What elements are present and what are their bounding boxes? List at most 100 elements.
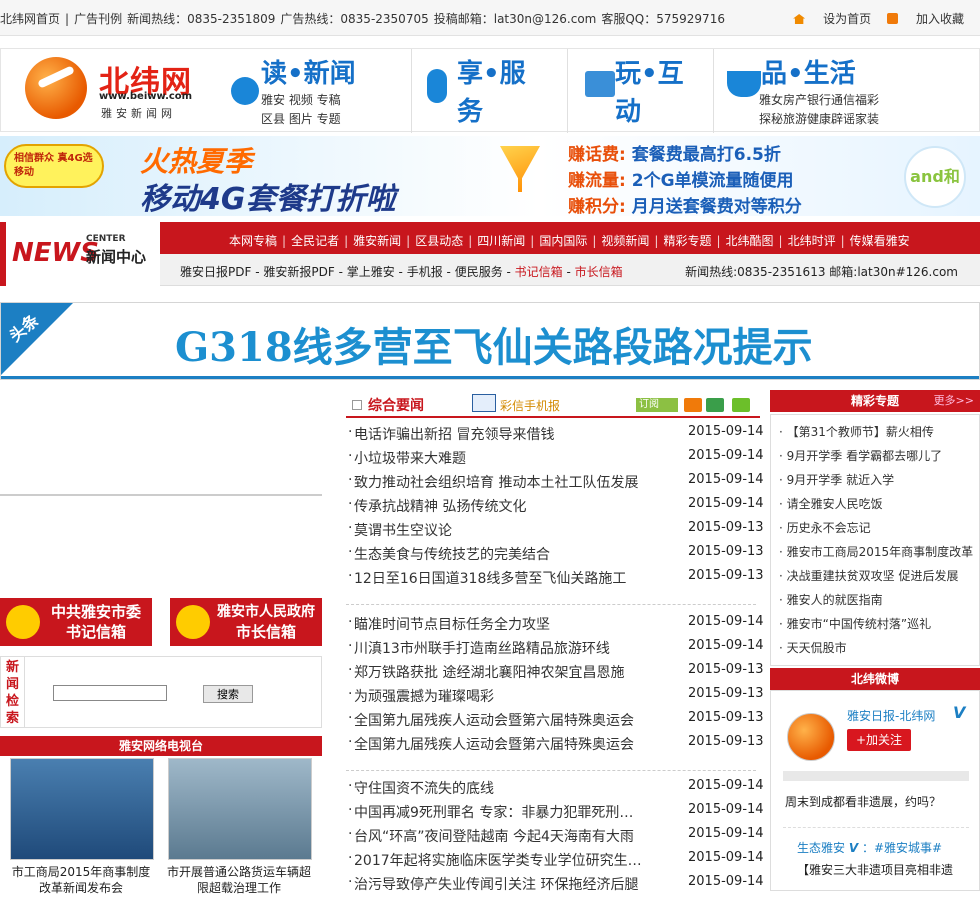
- news-item[interactable]: · 台风“环高”夜间登陆越南 今起4天海南有大雨 2015-09-14: [348, 826, 764, 850]
- video-thumbnail[interactable]: [10, 758, 154, 860]
- search-input[interactable]: [53, 685, 167, 701]
- news-item[interactable]: · 12日至16日国道318线多营至飞仙关路施工 2015-09-13: [348, 568, 764, 592]
- set-home-link[interactable]: 设为首页: [793, 12, 871, 26]
- news-item[interactable]: · 莫谓书生空议论 2015-09-13: [348, 520, 764, 544]
- sub-nav-item[interactable]: 雅安新报PDF: [263, 265, 334, 279]
- topic-title[interactable]: 请全雅安人民吃饭: [787, 497, 883, 511]
- video-caption[interactable]: 市开展普通公路货运车辆超限超载治理工作: [164, 864, 314, 896]
- more-link[interactable]: 更多>>: [934, 390, 974, 412]
- news-title[interactable]: 川滇13市州联手打造南丝路精品旅游环线: [354, 638, 644, 658]
- weibo-post-user[interactable]: 生态雅安 V ：#雅安城事#: [797, 839, 942, 856]
- mayor-mailbox-button[interactable]: 雅安市人民政府 市长信箱: [170, 598, 322, 646]
- topic-item[interactable]: · 天天侃股市: [779, 639, 975, 656]
- news-title[interactable]: 为顽强震撼为璀璨喝彩: [354, 686, 644, 706]
- topic-title[interactable]: 9月开学季 就近入学: [787, 473, 894, 487]
- nav-item[interactable]: 国内国际: [539, 234, 587, 248]
- nav-item[interactable]: 精彩专题: [663, 234, 711, 248]
- mayor-mailbox-link[interactable]: 市长信箱: [575, 265, 623, 279]
- nav-service-title-1[interactable]: 享•服: [457, 53, 526, 90]
- news-item[interactable]: · 传承抗战精神 弘扬传统文化 2015-09-14: [348, 496, 764, 520]
- mms-link[interactable]: 彩信手机报: [500, 397, 560, 414]
- nav-item[interactable]: 雅安新闻: [353, 234, 401, 248]
- news-title[interactable]: 传承抗战精神 弘扬传统文化: [354, 496, 644, 516]
- weibo-account-name[interactable]: 雅安日报-北纬网: [847, 707, 935, 724]
- topic-item[interactable]: · 雅安市“中国传统村落”巡礼: [779, 615, 975, 632]
- topic-item[interactable]: · 9月开学季 看学霸都去哪儿了: [779, 447, 975, 464]
- news-item[interactable]: · 瞄准时间节点目标任务全力攻坚 2015-09-14: [348, 614, 764, 638]
- news-item[interactable]: · 全国第九届残疾人运动会暨第六届特殊奥运会 2015-09-13: [348, 710, 764, 734]
- nav-item[interactable]: 传媒看雅安: [850, 234, 910, 248]
- nav-item[interactable]: 四川新闻: [477, 234, 525, 248]
- topic-item[interactable]: · 请全雅安人民吃饭: [779, 495, 975, 512]
- nav-service-title-2[interactable]: 务: [457, 91, 483, 128]
- topic-title[interactable]: 历史永不会忘记: [787, 521, 871, 535]
- nav-interact-title-2[interactable]: 动: [615, 91, 641, 128]
- sub-nav-item[interactable]: 掌上雅安: [347, 265, 395, 279]
- nav-item[interactable]: 本网专稿: [229, 234, 277, 248]
- topic-title[interactable]: 雅安人的就医指南: [787, 593, 883, 607]
- mail-icon[interactable]: [706, 398, 724, 412]
- nav-item[interactable]: 全民记者: [291, 234, 339, 248]
- news-title[interactable]: 全国第九届残疾人运动会暨第六届特殊奥运会: [354, 734, 644, 754]
- topic-title[interactable]: 【第31个教师节】薪火相传: [787, 425, 934, 439]
- topic-item[interactable]: · 9月开学季 就近入学: [779, 471, 975, 488]
- nav-item[interactable]: 北纬时评: [788, 234, 836, 248]
- section-title[interactable]: 综合要闻: [368, 395, 424, 415]
- news-title[interactable]: 2017年起将实施临床医学类专业学位研究生教育: [354, 850, 644, 870]
- subscribe-button[interactable]: 订阅: [636, 398, 678, 412]
- follow-button[interactable]: +加关注: [847, 729, 911, 751]
- nav-read-title[interactable]: 读•新闻: [261, 53, 356, 90]
- news-item[interactable]: · 全国第九届残疾人运动会暨第六届特殊奥运会 2015-09-13: [348, 734, 764, 758]
- nav-item[interactable]: 北纬酷图: [726, 234, 774, 248]
- news-title[interactable]: 全国第九届残疾人运动会暨第六届特殊奥运会: [354, 710, 644, 730]
- nav-item[interactable]: 视频新闻: [601, 234, 649, 248]
- topic-item[interactable]: · 决战重建扶贫双攻坚 促进后发展: [779, 567, 975, 584]
- secretary-mailbox-button[interactable]: 中共雅安市委 书记信箱: [0, 598, 152, 646]
- news-item[interactable]: · 为顽强震撼为璀璨喝彩 2015-09-13: [348, 686, 764, 710]
- news-item[interactable]: · 小垃圾带来大难题 2015-09-14: [348, 448, 764, 472]
- home-link[interactable]: 北纬网首页: [0, 12, 60, 26]
- topic-title[interactable]: 9月开学季 看学霸都去哪儿了: [787, 449, 942, 463]
- news-title[interactable]: 治污导致停产失业传闻引关注 环保拖经济后腿: [354, 874, 644, 894]
- video-thumbnail[interactable]: [168, 758, 312, 860]
- sub-nav-item[interactable]: 手机报: [407, 265, 443, 279]
- news-title[interactable]: 致力推动社会组织培育 推动本土社工队伍发展: [354, 472, 644, 492]
- news-item[interactable]: · 治污导致停产失业传闻引关注 环保拖经济后腿 2015-09-14: [348, 874, 764, 898]
- news-title[interactable]: 瞄准时间节点目标任务全力攻坚: [354, 614, 644, 634]
- news-item[interactable]: · 川滇13市州联手打造南丝路精品旅游环线 2015-09-14: [348, 638, 764, 662]
- envelope-icon[interactable]: [472, 394, 496, 412]
- news-item[interactable]: · 2017年起将实施临床医学类专业学位研究生教育 2015-09-14: [348, 850, 764, 874]
- weibo-post[interactable]: 【雅安三大非遗项目亮相非遗: [797, 861, 953, 878]
- news-item[interactable]: · 生态美食与传统技艺的完美结合 2015-09-13: [348, 544, 764, 568]
- mobile-4g-banner-ad[interactable]: 相信群众 真4G选移动 火热夏季 移动4G套餐打折啦 赚话费: 套餐费最高打6.…: [0, 136, 980, 217]
- news-title[interactable]: 12日至16日国道318线多营至飞仙关路施工: [354, 568, 644, 588]
- nav-item[interactable]: 区县动态: [415, 234, 463, 248]
- sub-nav-item[interactable]: 雅安日报PDF: [180, 265, 251, 279]
- topic-item[interactable]: · 历史永不会忘记: [779, 519, 975, 536]
- headline-title[interactable]: G318线多营至飞仙关路段路况提示: [175, 315, 813, 373]
- topic-item[interactable]: · 【第31个教师节】薪火相传: [779, 423, 975, 440]
- weibo-avatar[interactable]: [787, 713, 835, 761]
- news-item[interactable]: · 致力推动社会组织培育 推动本土社工队伍发展 2015-09-14: [348, 472, 764, 496]
- mail-icon[interactable]: [684, 398, 702, 412]
- weibo-post[interactable]: 周末到成都看非遗展，约吗？: [785, 793, 941, 810]
- news-title[interactable]: 中国再减9死刑罪名 专家：非暴力犯罪死刑仍需: [354, 802, 644, 822]
- topic-title[interactable]: 雅安市工商局2015年商事制度改革: [787, 545, 974, 559]
- news-item[interactable]: · 郑万铁路获批 途经湖北襄阳神农架宜昌恩施 2015-09-13: [348, 662, 764, 686]
- topic-item[interactable]: · 雅安人的就医指南: [779, 591, 975, 608]
- topic-title[interactable]: 天天侃股市: [787, 641, 847, 655]
- mail-icon[interactable]: [732, 398, 750, 412]
- news-title[interactable]: 生态美食与传统技艺的完美结合: [354, 544, 644, 564]
- news-item[interactable]: · 电话诈骗出新招 冒充领导来借钱 2015-09-14: [348, 424, 764, 448]
- topic-item[interactable]: · 雅安市工商局2015年商事制度改革: [779, 543, 975, 560]
- topic-title[interactable]: 雅安市“中国传统村落”巡礼: [787, 617, 931, 631]
- news-title[interactable]: 台风“环高”夜间登陆越南 今起4天海南有大雨: [354, 826, 644, 846]
- ad-link[interactable]: 广告刊例: [74, 12, 122, 26]
- search-button[interactable]: 搜索: [203, 685, 253, 703]
- news-title[interactable]: 小垃圾带来大难题: [354, 448, 644, 468]
- news-title[interactable]: 莫谓书生空议论: [354, 520, 644, 540]
- nav-life-title[interactable]: 品•生活: [761, 53, 856, 90]
- logo-icon[interactable]: [25, 57, 87, 119]
- headline-banner[interactable]: 头条 G318线多营至飞仙关路段路况提示: [0, 302, 980, 380]
- news-title[interactable]: 郑万铁路获批 途经湖北襄阳神农架宜昌恩施: [354, 662, 644, 682]
